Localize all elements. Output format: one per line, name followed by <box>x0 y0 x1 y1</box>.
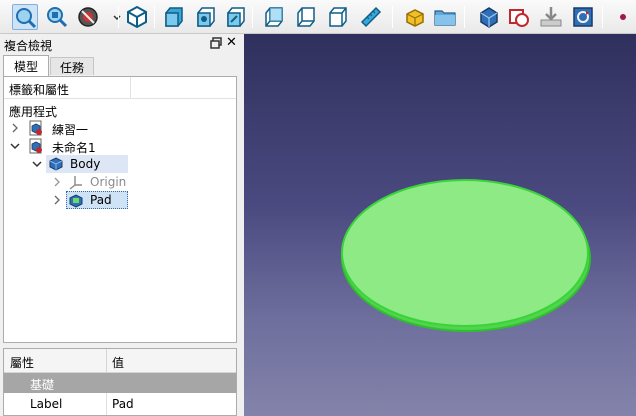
front-view-icon[interactable] <box>160 4 186 30</box>
tree-item-label: 未命名1 <box>52 141 96 155</box>
panel-header: 複合檢視 ✕ <box>0 34 244 54</box>
new-part-icon[interactable] <box>402 4 428 30</box>
tree-item-body[interactable]: Body <box>28 155 128 173</box>
property-name: Label <box>30 397 63 411</box>
tree-item-label: Origin <box>90 175 127 189</box>
3d-viewport[interactable] <box>244 34 636 416</box>
top-view-icon[interactable] <box>192 4 218 30</box>
body-icon <box>48 156 64 172</box>
tree-header: 標籤和屬性 <box>4 77 236 99</box>
chevron-right-icon[interactable] <box>10 122 20 133</box>
refresh-icon[interactable] <box>570 4 596 30</box>
tree-item-unnamed1[interactable]: 未命名1 <box>4 137 234 155</box>
tree-header-label: 標籤和屬性 <box>9 83 70 97</box>
right-view-icon[interactable] <box>222 4 248 30</box>
isometric-view-icon[interactable] <box>124 4 150 30</box>
open-folder-icon[interactable] <box>432 4 458 30</box>
property-group-label: 基礎 <box>30 378 55 392</box>
fit-all-icon[interactable] <box>12 4 38 30</box>
left-view-icon[interactable] <box>324 4 350 30</box>
float-panel-icon[interactable] <box>209 36 223 50</box>
tree-item-origin[interactable]: Origin <box>48 173 148 191</box>
tab-tasks[interactable]: 任務 <box>50 57 94 75</box>
property-value[interactable]: Pad <box>112 397 134 411</box>
document-icon <box>28 138 44 154</box>
property-table-header: 屬性 值 <box>4 349 236 373</box>
tree-item-application[interactable]: 應用程式 <box>4 101 234 119</box>
tab-model[interactable]: 模型 <box>3 55 49 76</box>
tree-item-exercise[interactable]: 練習一 <box>4 119 234 137</box>
tree-item-label: Pad <box>90 193 112 207</box>
value-column-header: 值 <box>112 356 125 370</box>
pad-solid[interactable] <box>244 34 636 416</box>
combo-view-panel: 複合檢視 ✕ 模型 任務 標籤和屬性 應用程式 練習一 未命名1 Body Or… <box>0 34 244 416</box>
chevron-down-icon[interactable] <box>32 158 42 168</box>
measure-icon[interactable] <box>358 4 384 30</box>
create-sketch-icon[interactable] <box>506 4 532 30</box>
property-row-label[interactable]: Label Pad <box>4 393 236 415</box>
tree-item-label: 應用程式 <box>9 105 58 119</box>
property-view: 屬性 值 基礎 Label Pad <box>3 348 237 416</box>
model-tree: 標籤和屬性 應用程式 練習一 未命名1 Body Origin Pad <box>3 76 237 343</box>
draw-style-icon[interactable] <box>76 4 102 30</box>
close-icon[interactable]: ✕ <box>226 35 237 50</box>
document-icon <box>28 120 44 136</box>
chevron-down-icon[interactable] <box>104 4 121 30</box>
panel-title: 複合檢視 <box>4 39 53 53</box>
pad-icon <box>68 192 84 208</box>
chevron-right-icon[interactable] <box>52 194 62 205</box>
point-icon[interactable] <box>610 4 626 30</box>
property-group-base[interactable]: 基礎 <box>4 373 236 393</box>
tree-item-label: 練習一 <box>52 123 89 137</box>
chevron-down-icon[interactable] <box>10 140 20 150</box>
bottom-view-icon[interactable] <box>292 4 318 30</box>
origin-icon <box>68 174 84 190</box>
chevron-right-icon[interactable] <box>52 176 62 187</box>
property-column-header: 屬性 <box>10 356 35 370</box>
main-toolbar <box>0 0 636 34</box>
import-icon[interactable] <box>538 4 564 30</box>
fit-selection-icon[interactable] <box>44 4 70 30</box>
tree-item-pad[interactable]: Pad <box>48 191 148 209</box>
create-body-icon[interactable] <box>476 4 502 30</box>
tree-item-label: Body <box>70 157 101 171</box>
rear-view-icon[interactable] <box>260 4 286 30</box>
